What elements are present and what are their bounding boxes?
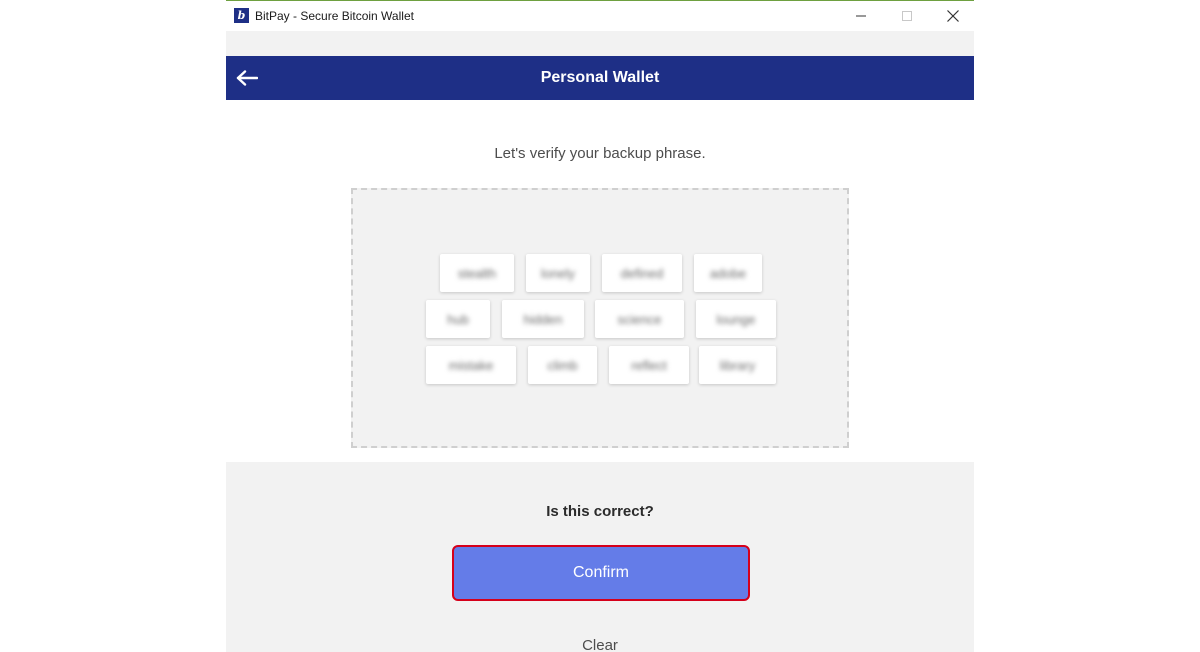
page-header: Personal Wallet	[226, 56, 974, 100]
bitpay-logo-icon: b	[234, 8, 249, 23]
clear-button[interactable]: Clear	[226, 637, 974, 652]
word-chip[interactable]: science	[595, 300, 684, 338]
close-button[interactable]	[930, 1, 974, 31]
phrase-drop-area[interactable]: stealth lonely defined adobe hub hidden …	[351, 188, 849, 448]
confirm-button[interactable]: Confirm	[452, 545, 750, 601]
instruction-text: Let's verify your backup phrase.	[494, 145, 706, 162]
confirm-question: Is this correct?	[546, 503, 654, 520]
minimize-button[interactable]	[838, 1, 884, 31]
app-window: b BitPay - Secure Bitcoin Wallet Persona…	[226, 0, 974, 652]
word-chip[interactable]: hub	[426, 300, 490, 338]
word-chip[interactable]: climb	[528, 346, 597, 384]
word-chip[interactable]: lounge	[696, 300, 776, 338]
word-chip[interactable]: mistake	[426, 346, 516, 384]
word-chip[interactable]: lonely	[526, 254, 590, 292]
maximize-icon	[902, 11, 912, 21]
maximize-button[interactable]	[884, 1, 930, 31]
word-chip[interactable]: hidden	[502, 300, 584, 338]
window-title: BitPay - Secure Bitcoin Wallet	[255, 9, 414, 23]
word-chip[interactable]: defined	[602, 254, 682, 292]
word-chip[interactable]: reflect	[609, 346, 689, 384]
close-icon	[947, 10, 959, 22]
word-chip[interactable]: adobe	[694, 254, 762, 292]
minimize-icon	[856, 15, 866, 17]
window-titlebar: b BitPay - Secure Bitcoin Wallet	[226, 0, 974, 31]
word-chip[interactable]: library	[699, 346, 776, 384]
word-chip[interactable]: stealth	[440, 254, 514, 292]
page-title: Personal Wallet	[540, 69, 660, 86]
toolbar-strip	[226, 31, 974, 56]
